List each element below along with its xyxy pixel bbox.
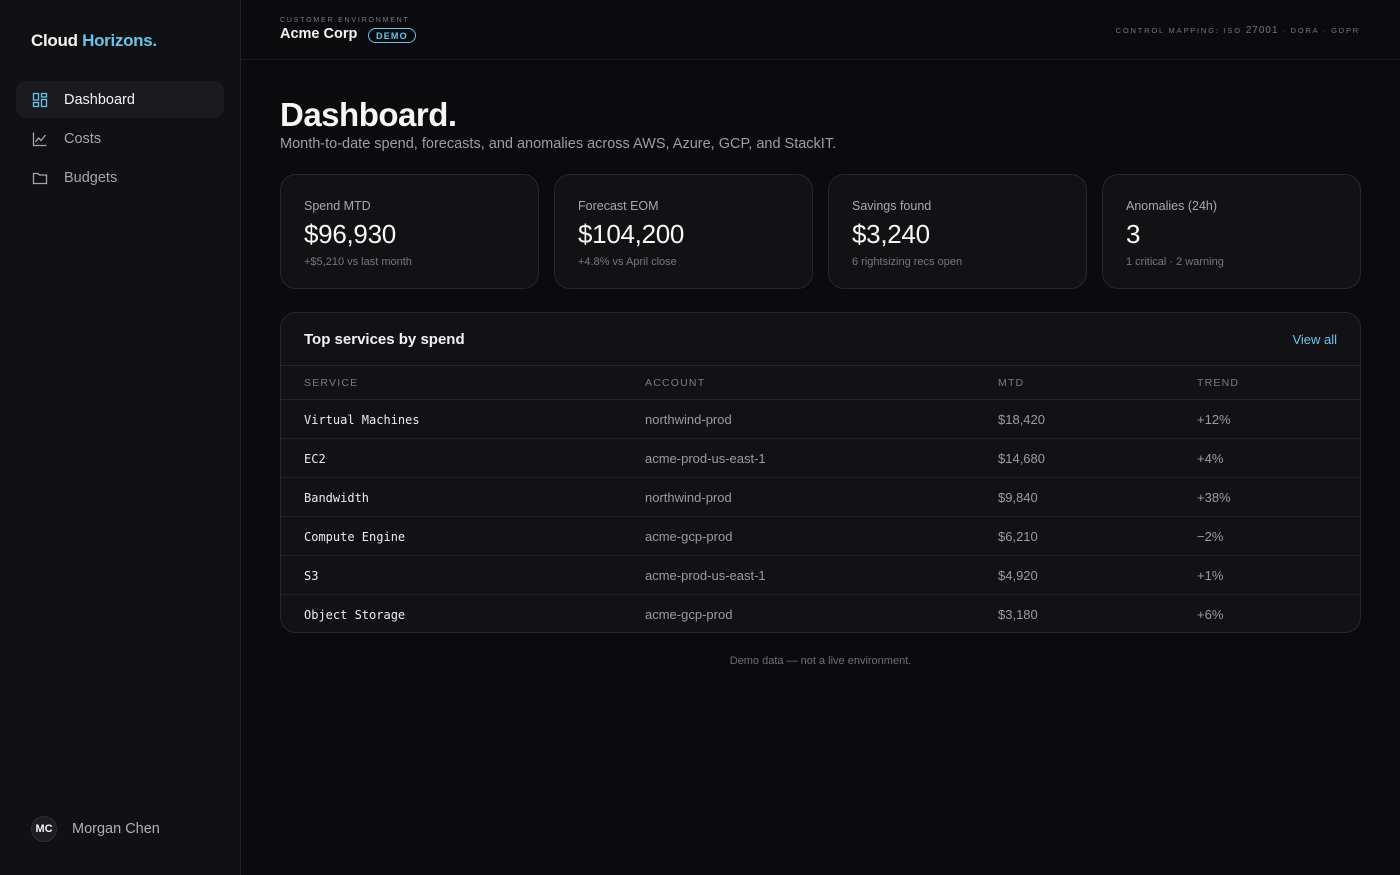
cell-service: Compute Engine — [304, 530, 406, 544]
topbar: Customer environment Acme Corp DEMO Cont… — [241, 0, 1400, 60]
sidebar-item-budgets[interactable]: Budgets — [16, 159, 224, 196]
cell-service: S3 — [304, 569, 319, 583]
cell-trend: −2% — [1197, 529, 1224, 544]
kpi-card-spend: Spend MTD $96,930 +$5,210 vs last month — [280, 174, 539, 289]
top-services-table: Top services by spend View all Service A… — [280, 312, 1361, 633]
kpi-card-savings: Savings found $3,240 6 rightsizing recs … — [828, 174, 1087, 289]
cell-account: acme-prod-us-east-1 — [645, 451, 766, 466]
kpi-sub: +4.8% vs April close — [578, 256, 677, 268]
avatar: MC — [31, 816, 57, 842]
kpi-sub: 1 critical · 2 warning — [1126, 256, 1224, 268]
table-header: Top services by spend View all — [281, 313, 1360, 366]
kpi-value: $104,200 — [578, 219, 685, 249]
brand-accent: Horizons. — [82, 31, 157, 50]
cell-trend: +1% — [1197, 568, 1224, 583]
brand-logo[interactable]: Cloud Horizons. — [31, 31, 157, 51]
table-row[interactable]: Object Storage acme-gcp-prod $3,180 +6% — [281, 595, 1360, 632]
table-title: Top services by spend — [304, 331, 465, 348]
cell-trend: +12% — [1197, 412, 1231, 427]
environment-name: Acme Corp — [280, 26, 358, 42]
control-mapping-iso: 27001 — [1245, 25, 1279, 36]
cell-mtd: $14,680 — [998, 451, 1045, 466]
cell-account: acme-gcp-prod — [645, 529, 733, 544]
cell-account: northwind-prod — [645, 490, 732, 505]
cell-trend: +4% — [1197, 451, 1224, 466]
table-row[interactable]: Compute Engine acme-gcp-prod $6,210 −2% — [281, 517, 1360, 556]
control-mapping-suffix: · DORA · GDPR — [1282, 26, 1360, 35]
kpi-value: $96,930 — [304, 219, 396, 249]
column-header-trend[interactable]: Trend — [1197, 377, 1239, 389]
page-subtitle: Month-to-date spend, forecasts, and anom… — [280, 136, 837, 152]
cell-trend: +6% — [1197, 607, 1224, 622]
cell-service: Object Storage — [304, 608, 406, 622]
column-header-mtd[interactable]: MTD — [998, 377, 1024, 389]
cell-service: Bandwidth — [304, 491, 370, 505]
cell-account: acme-prod-us-east-1 — [645, 568, 766, 583]
sidebar-item-label: Budgets — [64, 169, 118, 186]
table-row[interactable]: EC2 acme-prod-us-east-1 $14,680 +4% — [281, 439, 1360, 478]
control-mapping-prefix: Control mapping: ISO — [1115, 26, 1242, 35]
user-name: Morgan Chen — [72, 821, 160, 837]
table-body: Virtual Machines northwind-prod $18,420 … — [281, 400, 1360, 632]
kpi-label: Anomalies (24h) — [1126, 199, 1218, 213]
sidebar-item-costs[interactable]: Costs — [16, 120, 224, 157]
table-row[interactable]: Virtual Machines northwind-prod $18,420 … — [281, 400, 1360, 439]
kpi-sub: 6 rightsizing recs open — [852, 256, 963, 268]
kpi-sub: +$5,210 vs last month — [304, 256, 412, 268]
control-mapping: Control mapping: ISO 27001 · DORA · GDPR — [1116, 25, 1360, 36]
grid-icon — [32, 92, 48, 108]
brand-name: Cloud — [31, 31, 78, 50]
sidebar-item-label: Costs — [64, 130, 102, 147]
cell-service: EC2 — [304, 452, 326, 466]
sidebar-nav: Dashboard Costs Budgets — [16, 81, 224, 198]
page-title: Dashboard. — [280, 96, 457, 133]
kpi-card-anomalies: Anomalies (24h) 3 1 critical · 2 warning — [1102, 174, 1361, 289]
kpi-value: $3,240 — [852, 219, 930, 249]
demo-footnote: Demo data — not a live environment. — [729, 655, 912, 667]
sidebar-item-label: Dashboard — [64, 91, 135, 108]
environment-label: Customer environment — [280, 17, 410, 24]
column-header-service[interactable]: Service — [304, 377, 358, 389]
cell-service: Virtual Machines — [304, 413, 420, 427]
column-header-account[interactable]: Account — [645, 377, 705, 389]
view-all-link[interactable]: View all — [1292, 332, 1337, 347]
demo-badge: DEMO — [368, 28, 416, 43]
sidebar: Cloud Horizons. Dashboard Costs Budgets … — [0, 0, 241, 875]
cell-account: northwind-prod — [645, 412, 732, 427]
kpi-label: Savings found — [852, 199, 932, 213]
cell-mtd: $4,920 — [998, 568, 1038, 583]
cell-mtd: $9,840 — [998, 490, 1038, 505]
kpi-value: 3 — [1126, 219, 1141, 249]
kpi-label: Spend MTD — [304, 199, 371, 213]
table-row[interactable]: S3 acme-prod-us-east-1 $4,920 +1% — [281, 556, 1360, 595]
cell-trend: +38% — [1197, 490, 1231, 505]
chart-line-icon — [32, 131, 48, 147]
kpi-label: Forecast EOM — [578, 199, 659, 213]
cell-account: acme-gcp-prod — [645, 607, 733, 622]
cell-mtd: $3,180 — [998, 607, 1038, 622]
cell-mtd: $6,210 — [998, 529, 1038, 544]
table-row[interactable]: Bandwidth northwind-prod $9,840 +38% — [281, 478, 1360, 517]
cell-mtd: $18,420 — [998, 412, 1045, 427]
table-column-headers: Service Account MTD Trend — [281, 366, 1360, 400]
sidebar-item-dashboard[interactable]: Dashboard — [16, 81, 224, 118]
user-profile[interactable]: MC Morgan Chen — [31, 816, 160, 842]
folder-icon — [32, 170, 48, 186]
kpi-card-forecast: Forecast EOM $104,200 +4.8% vs April clo… — [554, 174, 813, 289]
